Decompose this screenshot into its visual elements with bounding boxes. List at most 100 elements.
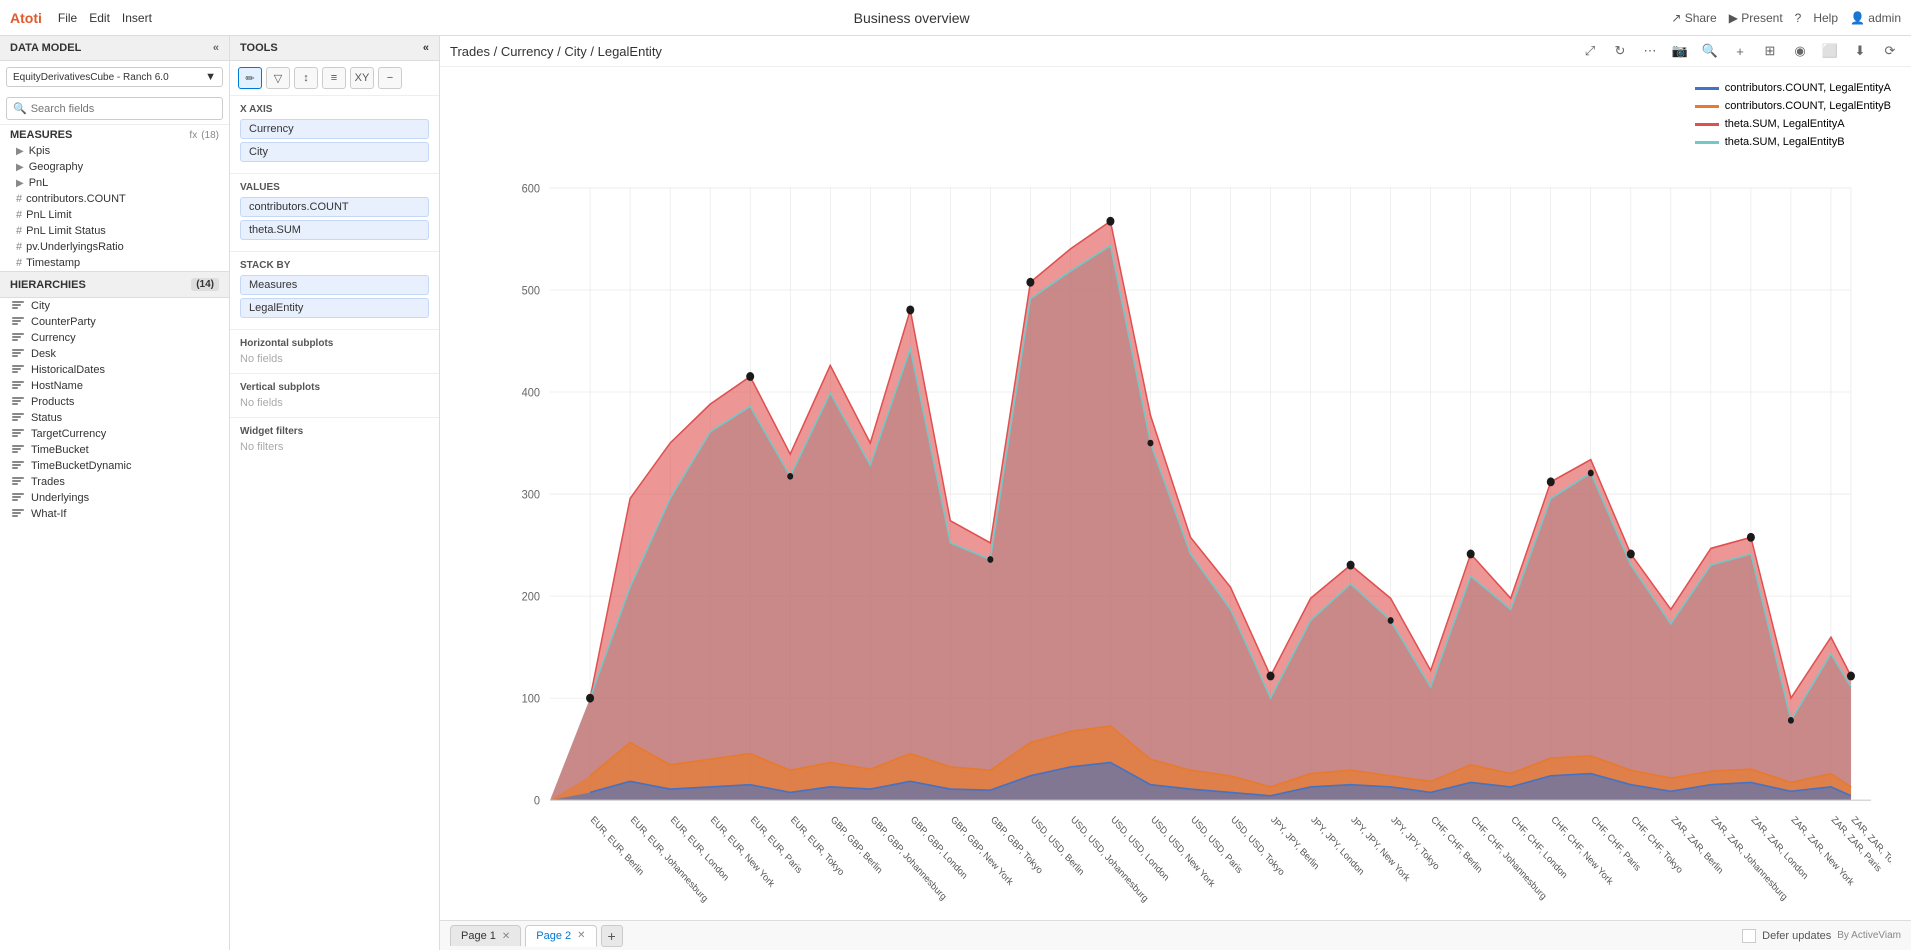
defer-updates-checkbox[interactable] [1742,929,1756,943]
fullscreen-icon[interactable]: ⤢ [1579,40,1601,62]
svg-text:ZAR, ZAR, Johannesburg: ZAR, ZAR, Johannesburg [1709,814,1789,903]
hier-target-currency[interactable]: TargetCurrency [0,426,229,442]
hierarchies-count: (14) [191,278,219,291]
tool-sort-button[interactable]: ↕ [294,67,318,89]
tab-page2[interactable]: Page 2 ✕ [525,925,596,947]
more-options-icon[interactable]: ⋯ [1639,40,1661,62]
refresh-icon[interactable]: ↻ [1609,40,1631,62]
menu-file[interactable]: File [58,11,77,25]
tab-page2-close[interactable]: ✕ [577,930,585,941]
chart-area: Trades / Currency / City / LegalEntity ⤢… [440,36,1911,950]
add-tab-button[interactable]: + [601,925,623,947]
lasso-icon[interactable]: ◉ [1789,40,1811,62]
legend-item-c: theta.SUM, LegalEntityA [1695,118,1891,130]
breadcrumb: Trades / Currency / City / LegalEntity [450,44,662,59]
measures-kpis[interactable]: ▶ Kpis [0,143,229,159]
user-admin[interactable]: 👤 admin [1850,11,1901,25]
hierarchy-icon [12,509,26,519]
stack-legal-entity[interactable]: LegalEntity [240,298,429,318]
x-axis-city[interactable]: City [240,142,429,162]
svg-text:300: 300 [522,488,540,502]
hier-underlyings[interactable]: Underlyings [0,490,229,506]
hierarchy-icon [12,349,26,359]
svg-text:400: 400 [522,386,540,400]
x-axis-currency[interactable]: Currency [240,119,429,139]
svg-text:200: 200 [522,590,540,604]
hier-desk[interactable]: Desk [0,346,229,362]
search-fields-container[interactable]: 🔍 [6,97,223,120]
main-layout: DATA MODEL « EquityDerivativesCube - Ran… [0,36,1911,950]
collapse-data-model-button[interactable]: « [213,42,219,54]
share-button[interactable]: ↗ Share [1671,11,1716,25]
tab-page1-close[interactable]: ✕ [502,931,510,942]
grid-icon[interactable]: ⊞ [1759,40,1781,62]
widget-filters-label: Widget filters [240,426,429,437]
hier-time-bucket-dynamic[interactable]: TimeBucketDynamic [0,458,229,474]
camera-icon[interactable]: 📷 [1669,40,1691,62]
hierarchy-icon [12,429,26,439]
download-icon[interactable]: ⬇ [1849,40,1871,62]
measures-timestamp[interactable]: # Timestamp [0,255,229,271]
h-subplots-section: Horizontal subplots No fields [230,330,439,374]
tool-minus-button[interactable]: − [378,67,402,89]
value-contributors-count[interactable]: contributors.COUNT [240,197,429,217]
data-model-label: DATA MODEL [10,42,81,54]
present-button[interactable]: ▶ Present [1729,11,1783,25]
search-input[interactable] [31,103,216,115]
hier-currency[interactable]: Currency [0,330,229,346]
hier-products[interactable]: Products [0,394,229,410]
svg-text:EUR, EUR, Johannesburg: EUR, EUR, Johannesburg [628,814,710,905]
value-theta-sum[interactable]: theta.SUM [240,220,429,240]
add-icon[interactable]: + [1729,40,1751,62]
measures-pv-underlyings[interactable]: # pv.UnderlyingsRatio [0,239,229,255]
measures-pnl-limit[interactable]: # PnL Limit [0,207,229,223]
hierarchy-icon [12,413,26,423]
stack-measures[interactable]: Measures [240,275,429,295]
hier-counterparty[interactable]: CounterParty [0,314,229,330]
topbar-right: ↗ Share ▶ Present ? Help 👤 admin [1671,11,1901,25]
hier-hostname[interactable]: HostName [0,378,229,394]
legend-label-b: contributors.COUNT, LegalEntityB [1725,100,1891,112]
measures-pnl-limit-status[interactable]: # PnL Limit Status [0,223,229,239]
hier-city[interactable]: City [0,298,229,314]
hierarchy-icon [12,381,26,391]
hash-icon: # [16,241,22,253]
tab-page1[interactable]: Page 1 ✕ [450,925,521,946]
menu-edit[interactable]: Edit [89,11,110,25]
model-selector[interactable]: EquityDerivativesCube - Ranch 6.0 ▼ [6,67,223,87]
legend-line-a [1695,87,1719,90]
hier-time-bucket[interactable]: TimeBucket [0,442,229,458]
hier-historical-dates[interactable]: HistoricalDates [0,362,229,378]
zoom-icon[interactable]: 🔍 [1699,40,1721,62]
x-axis-label: X axis [240,104,429,115]
svg-text:600: 600 [522,182,540,196]
legend-label-c: theta.SUM, LegalEntityA [1725,118,1845,130]
hierarchy-icon [12,317,26,327]
hier-what-if[interactable]: What-If [0,506,229,522]
measures-pnl[interactable]: ▶ PnL [0,175,229,191]
tool-pencil-button[interactable]: ✏ [238,67,262,89]
tool-filter-button[interactable]: ▽ [266,67,290,89]
hierarchies-header: HIERARCHIES (14) [0,271,229,298]
data-model-header: DATA MODEL « [0,36,229,61]
measures-geography[interactable]: ▶ Geography [0,159,229,175]
hash-icon: # [16,257,22,269]
hier-status[interactable]: Status [0,410,229,426]
legend-line-b [1695,105,1719,108]
chart-container[interactable]: contributors.COUNT, LegalEntityA contrib… [440,67,1911,920]
v-subplots-section: Vertical subplots No fields [230,374,439,418]
hier-trades[interactable]: Trades [0,474,229,490]
help-question[interactable]: ? [1795,11,1802,25]
left-panel: DATA MODEL « EquityDerivativesCube - Ran… [0,36,230,950]
reset-icon[interactable]: ⟳ [1879,40,1901,62]
tool-table-button[interactable]: ≡ [322,67,346,89]
tool-xy-button[interactable]: XY [350,67,374,89]
tools-label: TOOLS [240,42,278,54]
collapse-tools-button[interactable]: « [423,42,429,54]
legend-item-d: theta.SUM, LegalEntityB [1695,136,1891,148]
measures-contributors-count[interactable]: # contributors.COUNT [0,191,229,207]
help-button[interactable]: Help [1813,11,1838,25]
menu-insert[interactable]: Insert [122,11,152,25]
measures-fx[interactable]: fx [189,130,197,141]
box-select-icon[interactable]: ⬜ [1819,40,1841,62]
